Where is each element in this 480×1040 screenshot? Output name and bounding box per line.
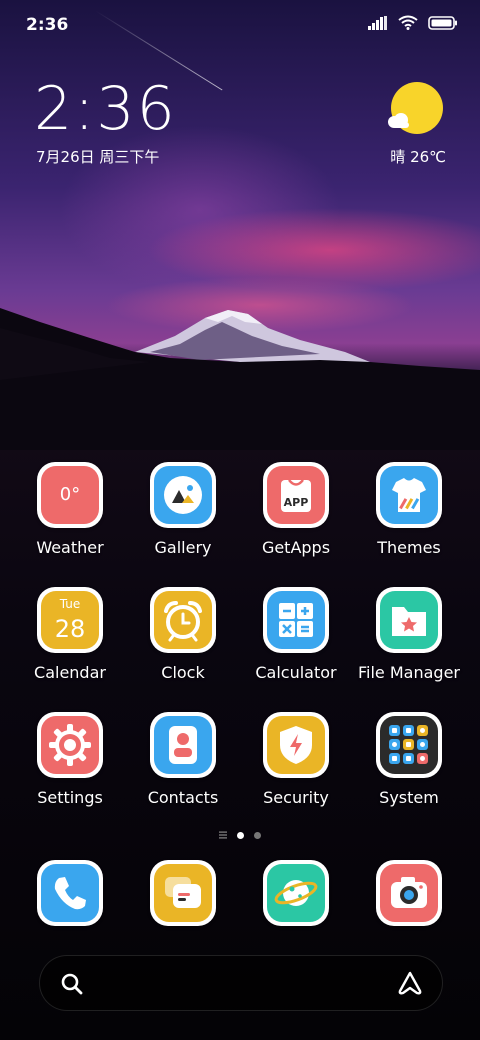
dock-phone[interactable] bbox=[37, 860, 103, 926]
calendar-day: Tue bbox=[59, 597, 81, 611]
app-icon-frame bbox=[376, 462, 442, 528]
app-icon-frame bbox=[37, 860, 103, 926]
calendar-icon: Tue 28 bbox=[41, 591, 99, 649]
contacts-icon bbox=[154, 716, 212, 774]
camera-icon bbox=[380, 864, 438, 922]
browser-planet-icon bbox=[267, 864, 325, 922]
search-icon[interactable] bbox=[60, 972, 84, 996]
weather-widget[interactable]: 晴 26℃ bbox=[386, 82, 446, 166]
signal-icon bbox=[368, 15, 387, 30]
app-weather[interactable]: 0° Weather bbox=[14, 462, 126, 557]
gear-icon bbox=[41, 716, 99, 774]
wifi-icon bbox=[398, 15, 418, 30]
weather-icon: 0° bbox=[41, 466, 99, 524]
phone-icon bbox=[41, 864, 99, 922]
app-contacts[interactable]: Contacts bbox=[127, 712, 239, 807]
app-themes[interactable]: Themes bbox=[353, 462, 465, 557]
app-label: Security bbox=[263, 788, 329, 807]
app-label: Calendar bbox=[34, 663, 106, 682]
app-label: Themes bbox=[377, 538, 441, 557]
calculator-icon bbox=[267, 591, 325, 649]
app-label: GetApps bbox=[261, 538, 331, 557]
battery-icon bbox=[428, 15, 457, 30]
app-icon-frame bbox=[150, 587, 216, 653]
folder-grid-icon bbox=[380, 716, 438, 774]
app-icon-frame bbox=[263, 712, 329, 778]
search-bar[interactable] bbox=[39, 955, 443, 1011]
app-icon-frame: 0° bbox=[37, 462, 103, 528]
app-icon-frame bbox=[150, 712, 216, 778]
getapps-icon: APP bbox=[267, 466, 325, 524]
alarm-clock-icon bbox=[154, 591, 212, 649]
app-icon-frame bbox=[376, 587, 442, 653]
calendar-date: 28 bbox=[54, 615, 86, 643]
cloud-icon bbox=[388, 113, 409, 128]
app-calculator[interactable]: Calculator bbox=[240, 587, 352, 682]
clock-widget-time[interactable]: 2:36 bbox=[34, 74, 177, 144]
app-security[interactable]: Security bbox=[240, 712, 352, 807]
page-indicator bbox=[0, 828, 480, 842]
app-settings[interactable]: Settings bbox=[14, 712, 126, 807]
app-icon-frame bbox=[150, 462, 216, 528]
app-label: Clock bbox=[161, 663, 205, 682]
dock-messages[interactable] bbox=[150, 860, 216, 926]
page-dot bbox=[254, 831, 261, 839]
app-label: System bbox=[379, 788, 439, 807]
app-icon-frame: Tue 28 bbox=[37, 587, 103, 653]
app-label: File Manager bbox=[358, 663, 460, 682]
page-list-icon bbox=[219, 831, 227, 839]
status-icons bbox=[368, 15, 458, 30]
gallery-icon bbox=[154, 466, 212, 524]
app-system-folder[interactable]: System bbox=[353, 712, 465, 807]
app-icon-frame bbox=[263, 860, 329, 926]
clock-widget-date[interactable]: 7月26日 周三下午 bbox=[36, 146, 159, 167]
getapps-badge: APP bbox=[283, 496, 309, 509]
app-file-manager[interactable]: File Manager bbox=[353, 587, 465, 682]
folder-icon bbox=[380, 591, 438, 649]
app-icon-frame bbox=[263, 587, 329, 653]
themes-icon bbox=[380, 466, 438, 524]
app-label: Weather bbox=[36, 538, 104, 557]
app-label: Contacts bbox=[147, 788, 219, 807]
assistant-icon[interactable] bbox=[396, 970, 424, 996]
app-icon-frame bbox=[150, 860, 216, 926]
app-label: Calculator bbox=[255, 663, 337, 682]
mountain-silhouette bbox=[0, 308, 480, 450]
page-dot-active bbox=[237, 831, 244, 839]
dock-browser[interactable] bbox=[263, 860, 329, 926]
app-gallery[interactable]: Gallery bbox=[127, 462, 239, 557]
app-icon-frame bbox=[376, 860, 442, 926]
status-time: 2:36 bbox=[26, 15, 69, 35]
app-clock[interactable]: Clock bbox=[127, 587, 239, 682]
weather-text: 晴 26℃ bbox=[390, 148, 446, 166]
app-label: Settings bbox=[37, 788, 103, 807]
app-calendar[interactable]: Tue 28 Calendar bbox=[14, 587, 126, 682]
dock-camera[interactable] bbox=[376, 860, 442, 926]
app-getapps[interactable]: APP GetApps bbox=[240, 462, 352, 557]
app-icon-frame bbox=[376, 712, 442, 778]
weather-temp: 0° bbox=[59, 484, 81, 505]
shield-icon bbox=[267, 716, 325, 774]
app-icon-frame: APP bbox=[263, 462, 329, 528]
app-icon-frame bbox=[37, 712, 103, 778]
app-label: Gallery bbox=[154, 538, 212, 557]
status-bar: 2:36 bbox=[0, 0, 480, 50]
messages-icon bbox=[154, 864, 212, 922]
